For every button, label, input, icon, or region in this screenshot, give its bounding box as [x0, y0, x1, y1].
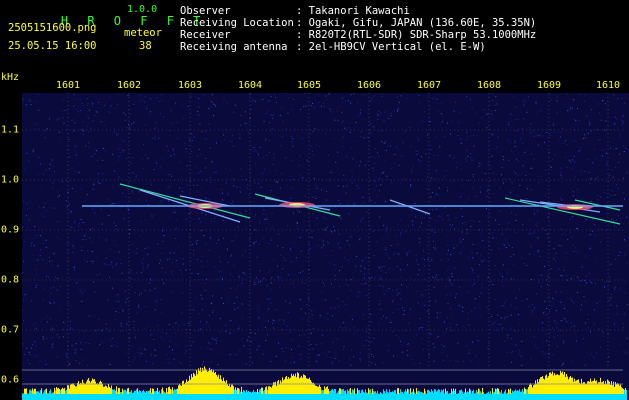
y-tick-1.0: 1.0: [1, 174, 20, 186]
x-tick-1605: 1605: [296, 80, 322, 91]
x-tick-1603: 1603: [177, 80, 203, 91]
x-tick-1607: 1607: [416, 80, 442, 91]
x-tick-1601: 1601: [55, 80, 81, 91]
spectrogram-background: [22, 93, 629, 400]
y-tick-1.1: 1.1: [1, 124, 20, 136]
y-tick-0.6: 0.6: [1, 374, 20, 386]
y-tick-0.8: 0.8: [1, 274, 20, 286]
x-tick-1610: 1610: [595, 80, 621, 91]
y-axis-unit: kHz: [1, 72, 20, 83]
y-tick-0.7: 0.7: [1, 324, 20, 336]
x-tick-1604: 1604: [237, 80, 263, 91]
spectrogram: [22, 93, 629, 400]
y-tick-0.9: 0.9: [1, 224, 20, 236]
hrofft-window: H R O F F T 1.0.0 2505151600.png 25.05.1…: [0, 0, 629, 400]
x-tick-1606: 1606: [356, 80, 382, 91]
x-tick-1602: 1602: [116, 80, 142, 91]
x-tick-1609: 1609: [536, 80, 562, 91]
x-tick-1608: 1608: [476, 80, 502, 91]
